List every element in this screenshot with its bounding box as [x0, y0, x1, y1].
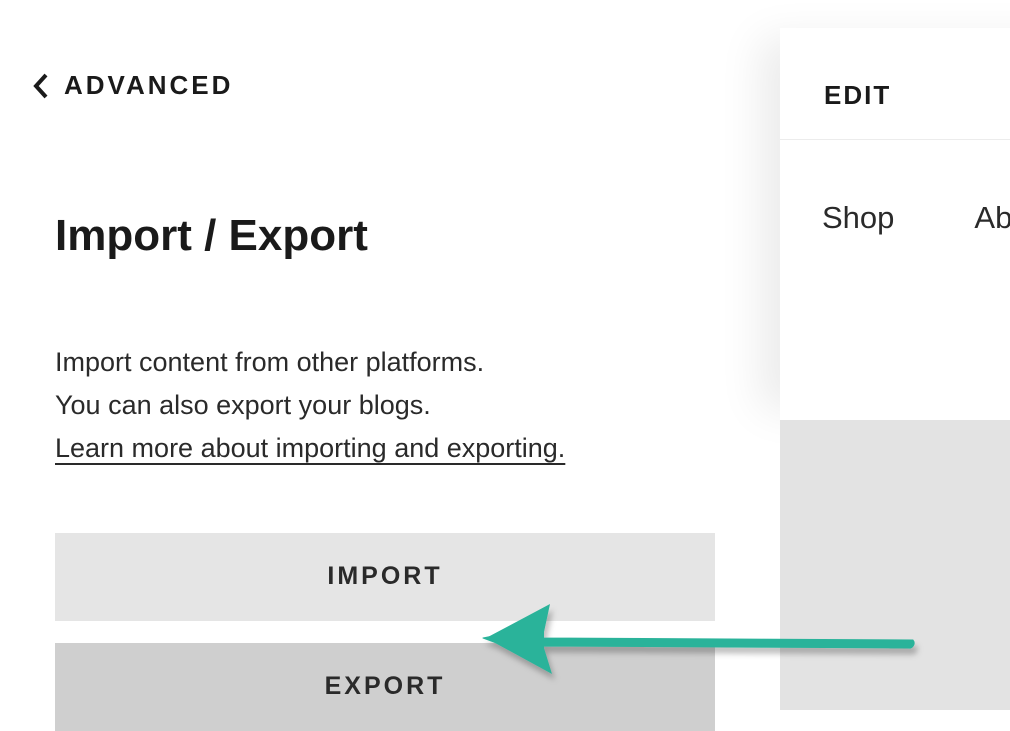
description-block: Import content from other platforms. You… — [55, 341, 780, 471]
back-label: ADVANCED — [64, 70, 233, 101]
back-nav[interactable]: ADVANCED — [0, 0, 780, 101]
description-line-1: Import content from other platforms. — [55, 341, 780, 384]
nav-item-shop[interactable]: Shop — [822, 200, 894, 236]
preview-panel: EDIT Shop About — [780, 28, 1010, 420]
nav-item-about[interactable]: About — [974, 200, 1010, 236]
preview-panel-bg — [780, 420, 1010, 710]
description-line-2: You can also export your blogs. — [55, 384, 780, 427]
learn-more-link[interactable]: Learn more about importing and exporting… — [55, 427, 565, 470]
page-title: Import / Export — [55, 211, 780, 261]
chevron-left-icon — [30, 72, 52, 100]
import-button[interactable]: IMPORT — [55, 533, 715, 621]
export-button[interactable]: EXPORT — [55, 643, 715, 731]
edit-mode-label[interactable]: EDIT — [780, 28, 1010, 111]
